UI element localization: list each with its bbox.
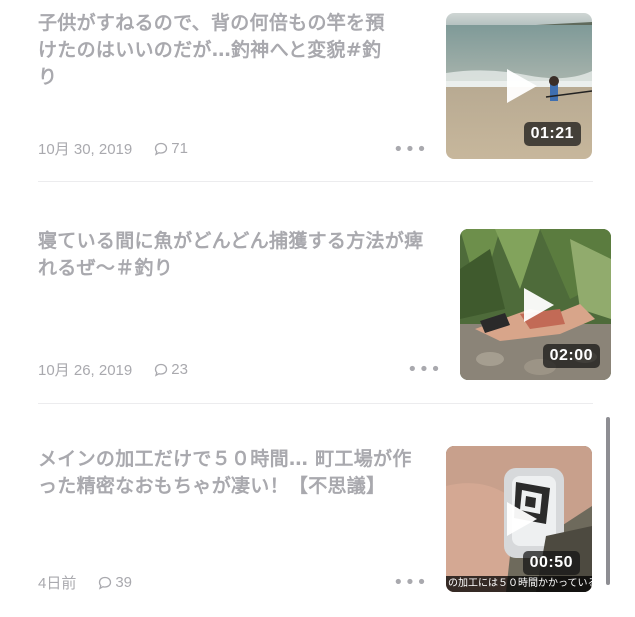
more-options-button[interactable]: ••• [393, 141, 428, 159]
comment-count-value: 71 [171, 140, 188, 157]
comment-count[interactable]: 39 [98, 574, 132, 591]
article-meta: 10月 30, 2019 71 [38, 138, 188, 159]
article-date: 4日前 [38, 575, 77, 592]
article-meta: 10月 26, 2019 23 [38, 359, 188, 380]
video-duration: 00:50 [522, 551, 580, 575]
article-title[interactable]: 寝ている間に魚がどんどん捕獲する方法が痺れるぜ〜＃釣り [38, 228, 428, 282]
article-card[interactable]: 子供がすねるので、背の何倍もの竿を預けたのはいいのだが…釣神へと変貌#釣り 01… [0, 0, 635, 180]
comment-icon [155, 142, 168, 156]
video-thumbnail[interactable]: 02:00 [460, 229, 611, 380]
video-caption: の加工には５０時間かかっている [446, 576, 592, 592]
video-duration: 02:00 [542, 344, 600, 368]
video-duration: 01:21 [523, 122, 581, 146]
article-date: 10月 30, 2019 [38, 141, 133, 158]
video-thumbnail[interactable]: 01:21 [446, 13, 592, 159]
comment-count[interactable]: 23 [154, 361, 188, 378]
play-icon [507, 502, 537, 536]
more-options-button[interactable]: ••• [393, 574, 428, 592]
comment-icon [99, 576, 112, 590]
article-title[interactable]: 子供がすねるので、背の何倍もの竿を預けたのはいいのだが…釣神へと変貌#釣り [38, 10, 398, 91]
article-date: 10月 26, 2019 [38, 362, 133, 379]
scrollbar[interactable] [606, 417, 610, 585]
article-card[interactable]: 寝ている間に魚がどんどん捕獲する方法が痺れるぜ〜＃釣り 02:00 10月 26… [0, 182, 635, 404]
article-card[interactable]: メインの加工だけで５０時間… 町工場が作った精密なおもちゃが凄い！【不思議】 0… [0, 404, 635, 617]
play-icon [507, 69, 537, 103]
article-feed: 子供がすねるので、背の何倍もの竿を預けたのはいいのだが…釣神へと変貌#釣り 01… [0, 0, 635, 617]
play-icon [523, 287, 554, 322]
more-options-button[interactable]: ••• [407, 361, 442, 379]
comment-count-value: 23 [171, 361, 188, 378]
video-thumbnail[interactable]: 00:50 の加工には５０時間かかっている [446, 446, 592, 592]
comment-icon [155, 363, 168, 377]
comment-count-value: 39 [115, 574, 133, 591]
article-title[interactable]: メインの加工だけで５０時間… 町工場が作った精密なおもちゃが凄い！【不思議】 [38, 446, 418, 500]
article-meta: 4日前 39 [38, 572, 132, 593]
comment-count[interactable]: 71 [154, 140, 188, 157]
